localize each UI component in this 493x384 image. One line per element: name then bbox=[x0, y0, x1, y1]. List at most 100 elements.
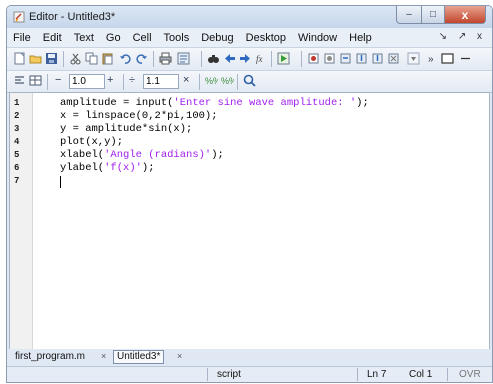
toolbar-separator bbox=[271, 51, 272, 67]
print-icon[interactable] bbox=[159, 52, 172, 65]
menu-window[interactable]: Window bbox=[292, 32, 343, 44]
function-browser-icon[interactable]: fx bbox=[255, 52, 268, 65]
code-text: y = amplitude*sin(x); bbox=[60, 123, 193, 135]
editor-window: Editor - Untitled3* – □ x File Edit Text… bbox=[6, 5, 493, 383]
menu-go[interactable]: Go bbox=[100, 32, 127, 44]
cell-grid-icon[interactable] bbox=[29, 74, 42, 87]
code-text: ); bbox=[141, 162, 155, 174]
insert-cell-divider-icon[interactable]: %% bbox=[205, 74, 218, 87]
cell-toolbar: − 1.0 + ÷ 1.1 × %% %% bbox=[7, 70, 492, 93]
code-line-3[interactable]: y = amplitude*sin(x); bbox=[60, 123, 192, 135]
menu-dock-controls[interactable]: ↘ ↗ x bbox=[439, 31, 486, 42]
toolbar-separator bbox=[237, 74, 238, 90]
menu-tools[interactable]: Tools bbox=[158, 32, 196, 44]
open-folder-icon[interactable] bbox=[29, 52, 42, 65]
minimize-button[interactable]: – bbox=[396, 6, 422, 24]
code-text: ylabel( bbox=[60, 162, 105, 174]
run-icon[interactable] bbox=[277, 52, 290, 65]
status-overwrite-mode: OVR bbox=[459, 369, 481, 380]
copy-icon[interactable] bbox=[85, 52, 98, 65]
status-separator bbox=[207, 368, 208, 381]
decrement-value-input[interactable]: 1.0 bbox=[69, 74, 105, 89]
string-literal: 'Enter sine wave amplitude: ' bbox=[173, 97, 357, 109]
code-line-1[interactable]: amplitude = input('Enter sine wave ampli… bbox=[60, 97, 369, 109]
status-separator bbox=[357, 368, 358, 381]
document-tab-strip: first_program.m × Untitled3* × bbox=[7, 349, 492, 365]
close-button[interactable]: x bbox=[445, 6, 486, 24]
undo-icon[interactable] bbox=[119, 52, 132, 65]
title-bar[interactable]: Editor - Untitled3* – □ x bbox=[7, 6, 492, 28]
paste-icon[interactable] bbox=[101, 52, 114, 65]
line-number: 1 bbox=[14, 98, 20, 108]
multiply-button[interactable]: × bbox=[183, 74, 189, 86]
menu-bar: File Edit Text Go Cell Tools Debug Deskt… bbox=[7, 28, 492, 47]
menu-text[interactable]: Text bbox=[68, 32, 100, 44]
menu-cell[interactable]: Cell bbox=[127, 32, 158, 44]
code-text: ); bbox=[356, 97, 369, 109]
new-file-icon[interactable] bbox=[13, 52, 26, 65]
code-line-5[interactable]: xlabel('Angle (radians)'); bbox=[60, 149, 224, 161]
toolbar-overflow-icon[interactable]: » bbox=[427, 52, 440, 65]
code-editor[interactable]: 1 2 3 4 5 6 7 amplitude = input('Enter s… bbox=[9, 92, 490, 350]
code-text: amplitude = input( bbox=[60, 97, 174, 109]
toolbar-separator bbox=[153, 51, 154, 67]
maximize-button[interactable]: □ bbox=[422, 6, 445, 24]
line-number: 6 bbox=[14, 163, 20, 173]
save-icon[interactable] bbox=[45, 52, 58, 65]
toolbar-separator bbox=[199, 74, 200, 90]
tab-untitled3[interactable]: Untitled3* bbox=[113, 350, 165, 364]
menu-help[interactable]: Help bbox=[343, 32, 378, 44]
exit-debug-icon[interactable] bbox=[387, 52, 400, 65]
cut-icon[interactable] bbox=[69, 52, 82, 65]
code-text: plot(x,y); bbox=[60, 136, 124, 148]
menu-edit[interactable]: Edit bbox=[37, 32, 68, 44]
maximize-icon: □ bbox=[429, 9, 437, 20]
close-tab-icon[interactable]: × bbox=[177, 351, 182, 361]
svg-text:%%: %% bbox=[221, 76, 234, 86]
code-line-4[interactable]: plot(x,y); bbox=[60, 136, 123, 148]
toolbar-separator bbox=[301, 51, 302, 67]
compare-icon[interactable] bbox=[177, 52, 190, 65]
go-back-icon[interactable] bbox=[223, 52, 236, 65]
step-icon[interactable] bbox=[339, 52, 352, 65]
dock-icon[interactable] bbox=[459, 52, 472, 65]
insert-cell-comment-icon[interactable]: %% bbox=[221, 74, 234, 87]
code-text: ); bbox=[211, 149, 224, 161]
stack-dropdown-icon[interactable] bbox=[407, 52, 420, 65]
find-icon[interactable] bbox=[207, 52, 220, 65]
status-column-number: Col 1 bbox=[409, 369, 433, 380]
go-forward-icon[interactable] bbox=[239, 52, 252, 65]
window-title: Editor - Untitled3* bbox=[29, 11, 116, 23]
menu-file[interactable]: File bbox=[7, 32, 37, 44]
status-bar: script Ln 7 Col 1 OVR bbox=[7, 366, 492, 382]
breakpoint-icon[interactable] bbox=[307, 52, 320, 65]
code-line-2[interactable]: x = linspace(0,2*pi,100); bbox=[60, 110, 218, 122]
status-file-type: script bbox=[217, 369, 241, 380]
divide-button[interactable]: ÷ bbox=[129, 74, 135, 86]
step-in-icon[interactable] bbox=[355, 52, 368, 65]
menu-desktop[interactable]: Desktop bbox=[240, 32, 292, 44]
redo-icon[interactable] bbox=[135, 52, 148, 65]
tab-first-program[interactable]: first_program.m bbox=[15, 351, 85, 362]
clear-breakpoints-icon[interactable] bbox=[323, 52, 336, 65]
close-tab-icon[interactable]: × bbox=[101, 351, 106, 361]
status-line-number: Ln 7 bbox=[367, 369, 387, 380]
line-number: 7 bbox=[14, 176, 20, 186]
menu-debug[interactable]: Debug bbox=[195, 32, 239, 44]
layout-icon[interactable] bbox=[441, 52, 454, 65]
svg-text:fx: fx bbox=[256, 54, 263, 64]
string-literal: 'f(x)' bbox=[104, 162, 142, 174]
code-line-6[interactable]: ylabel('f(x)'); bbox=[60, 162, 155, 174]
cell-help-icon[interactable] bbox=[243, 74, 256, 87]
string-literal: 'Angle (radians)' bbox=[104, 149, 212, 161]
svg-text:%%: %% bbox=[205, 76, 218, 86]
multiplier-value-input[interactable]: 1.1 bbox=[143, 74, 179, 89]
status-separator bbox=[447, 368, 448, 381]
svg-text:»: » bbox=[428, 54, 434, 65]
step-out-icon[interactable] bbox=[371, 52, 384, 65]
increment-button[interactable]: + bbox=[107, 74, 113, 86]
cell-mode-icon[interactable] bbox=[13, 74, 26, 87]
line-number-gutter: 1 2 3 4 5 6 7 bbox=[10, 93, 33, 349]
editor-app-icon bbox=[13, 11, 25, 23]
decrement-button[interactable]: − bbox=[55, 74, 61, 86]
